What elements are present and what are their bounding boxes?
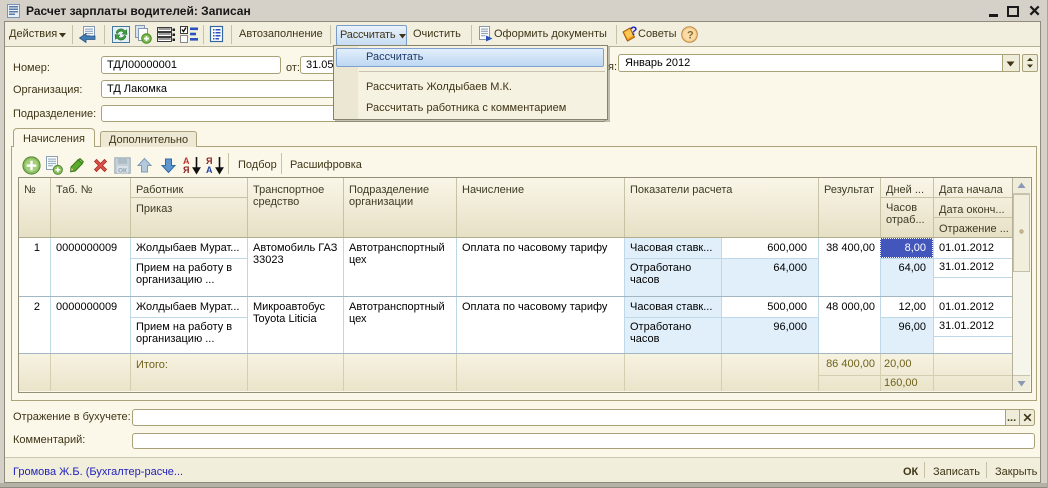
svg-text:А: А bbox=[206, 165, 213, 175]
svg-text:?: ? bbox=[687, 30, 694, 42]
svg-text:?: ? bbox=[630, 24, 637, 38]
svg-text:ОК: ОК bbox=[118, 168, 127, 175]
svg-text:Я: Я bbox=[183, 165, 189, 175]
